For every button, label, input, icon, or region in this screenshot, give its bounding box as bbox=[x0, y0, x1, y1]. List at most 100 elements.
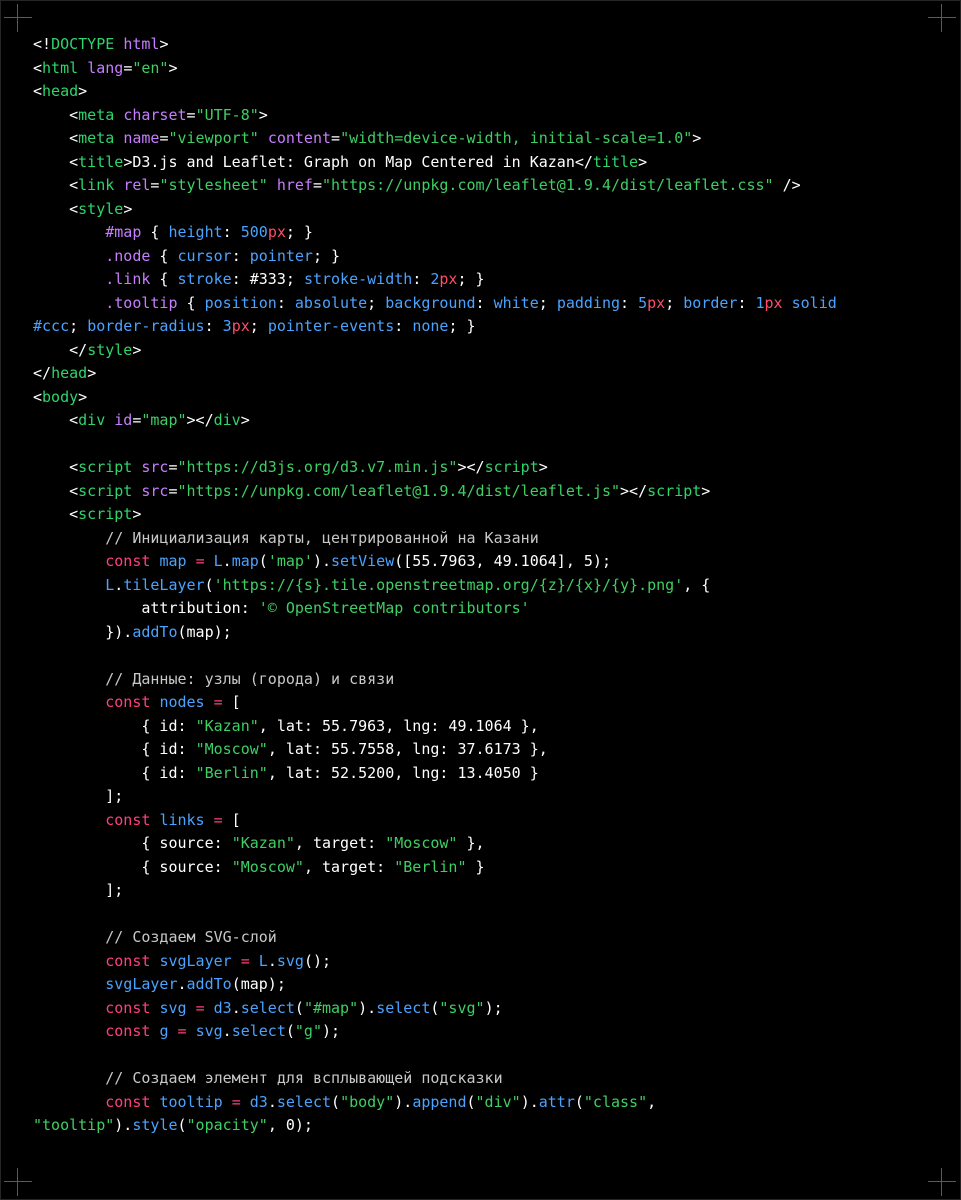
code-token: absolute bbox=[294, 293, 368, 312]
code-token: svgLayer bbox=[159, 951, 232, 970]
code-token: ); bbox=[322, 1022, 341, 1040]
code-token: { bbox=[150, 246, 178, 265]
code-line: <body> bbox=[33, 386, 933, 410]
code-line: L.tileLayer('https://{s}.tile.openstreet… bbox=[33, 574, 933, 598]
code-token: [ bbox=[222, 693, 241, 711]
code-token: .node bbox=[105, 246, 151, 265]
code-token: background bbox=[385, 293, 476, 312]
code-token: px bbox=[267, 223, 286, 241]
code-token: setView bbox=[331, 552, 395, 570]
code-token: = bbox=[231, 1092, 241, 1111]
code-token: { id: bbox=[33, 763, 196, 782]
code-token: DOCTYPE bbox=[51, 35, 115, 53]
code-token: src bbox=[141, 481, 169, 500]
code-line: .node { cursor: pointer; } bbox=[33, 245, 933, 269]
code-token: : bbox=[276, 293, 295, 312]
code-token: = bbox=[168, 481, 178, 500]
code-token: #ccc bbox=[33, 317, 70, 335]
code-token: [ bbox=[222, 810, 241, 829]
code-line: const g = svg.select("g"); bbox=[33, 1020, 933, 1044]
code-line: </head> bbox=[33, 362, 933, 386]
code-token: script bbox=[647, 481, 702, 500]
code-token: d3 bbox=[213, 998, 232, 1017]
code-token: { source: bbox=[33, 857, 232, 876]
code-token: . bbox=[114, 575, 124, 594]
code-token: = bbox=[195, 998, 205, 1017]
code-token: = bbox=[312, 176, 322, 194]
code-token: src bbox=[141, 458, 169, 476]
code-token: "div" bbox=[475, 1092, 521, 1111]
code-token: < bbox=[33, 505, 79, 523]
code-token: . bbox=[231, 998, 241, 1017]
code-token: svg bbox=[195, 1022, 223, 1040]
code-token: 3 bbox=[222, 317, 232, 335]
code-token: solid bbox=[791, 293, 837, 312]
code-token: lang bbox=[87, 58, 124, 77]
code-token: "stylesheet" bbox=[159, 176, 268, 194]
code-line: { id: "Moscow", lat: 55.7558, lng: 37.61… bbox=[33, 738, 933, 762]
code-token: >D3.js and Leaflet: Graph on Map Centere… bbox=[123, 152, 593, 171]
code-token: content bbox=[267, 129, 332, 147]
code-line: <meta charset="UTF-8"> bbox=[33, 104, 933, 128]
corner-crosshair-bottom-left bbox=[4, 1168, 32, 1196]
code-token: "Kazan" bbox=[195, 716, 259, 735]
code-token: L bbox=[213, 552, 223, 570]
code-token: < bbox=[33, 152, 79, 171]
code-token: select bbox=[240, 998, 295, 1017]
code-line: // Создаем SVG-слой bbox=[33, 926, 933, 950]
code-token: , lat: 55.7963, lng: 49.1064 }, bbox=[258, 716, 539, 735]
code-line: const svgLayer = L.svg(); bbox=[33, 950, 933, 974]
code-token: , target: bbox=[294, 834, 386, 852]
code-token: , lat: 55.7558, lng: 37.6173 }, bbox=[267, 740, 548, 758]
code-token: head bbox=[42, 82, 79, 100]
code-line: const map = L.map('map').setView([55.796… bbox=[33, 550, 933, 574]
code-token: ([55.7963, 49.1064], 5); bbox=[394, 552, 611, 570]
code-token: ; bbox=[665, 293, 684, 312]
code-token: tooltip bbox=[159, 1092, 223, 1111]
code-token: html bbox=[42, 58, 79, 77]
code-token: white bbox=[493, 293, 539, 312]
code-token: } bbox=[466, 857, 485, 876]
code-token: "body" bbox=[340, 1092, 395, 1111]
code-token: ; } bbox=[457, 270, 485, 288]
code-token: // Создаем SVG-слой bbox=[33, 928, 277, 946]
code-token: L bbox=[258, 951, 268, 970]
code-token: < bbox=[33, 387, 43, 406]
code-token: id bbox=[114, 411, 133, 429]
code-token: ( bbox=[177, 1116, 187, 1134]
code-token: = bbox=[177, 1022, 187, 1040]
code-line: // Создаем элемент для всплывающей подск… bbox=[33, 1067, 933, 1091]
code-token: > bbox=[240, 411, 250, 429]
code-token: ). bbox=[358, 998, 377, 1017]
code-token: "Berlin" bbox=[195, 763, 268, 782]
code-token: meta bbox=[78, 105, 115, 124]
code-line: ]; bbox=[33, 785, 933, 809]
code-token: > bbox=[692, 129, 702, 147]
code-line: }).addTo(map); bbox=[33, 621, 933, 645]
code-token: "map" bbox=[141, 411, 187, 429]
code-line: const links = [ bbox=[33, 809, 933, 833]
code-token: , lat: 52.5200, lng: 13.4050 } bbox=[267, 763, 539, 782]
code-token: "g" bbox=[294, 1022, 322, 1040]
code-line: .link { stroke: #333; stroke-width: 2px;… bbox=[33, 268, 933, 292]
code-token: < bbox=[33, 458, 79, 476]
code-token: = bbox=[331, 129, 341, 147]
code-token: const bbox=[105, 693, 151, 711]
code-token: > bbox=[132, 340, 142, 359]
code-token: </ bbox=[33, 364, 52, 382]
code-token: const bbox=[105, 1022, 151, 1040]
code-token: meta bbox=[78, 129, 115, 147]
code-token: ( bbox=[294, 998, 304, 1017]
